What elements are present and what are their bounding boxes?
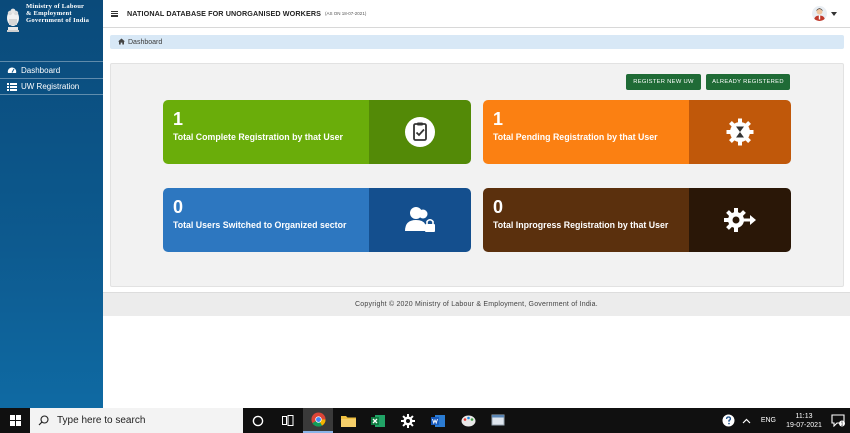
stat-label: Total Pending Registration by that User <box>493 132 658 142</box>
help-tray-button[interactable] <box>719 408 739 433</box>
notification-icon: 1 <box>831 414 845 427</box>
header: NATIONAL DATABASE FOR UNORGANISED WORKER… <box>103 0 850 28</box>
stat-label: Total Inprogress Registration by that Us… <box>493 220 669 230</box>
clock-date: 19-07-2021 <box>786 421 822 429</box>
word-icon <box>431 414 445 427</box>
sidebar: Ministry of Labour & Employment Governme… <box>0 0 103 408</box>
avatar[interactable] <box>812 6 827 21</box>
stat-label: Total Complete Registration by that User <box>173 132 343 142</box>
search-icon <box>38 415 49 426</box>
task-view-icon <box>282 415 294 426</box>
list-icon <box>6 82 17 91</box>
brand-line-2: & Employment <box>26 10 72 17</box>
show-hidden-icons-button[interactable] <box>739 408 755 433</box>
breadcrumb: Dashboard <box>110 35 844 49</box>
stat-card-switched[interactable]: 0 Total Users Switched to Organized sect… <box>163 188 471 252</box>
stat-card-complete[interactable]: 1 Total Complete Registration by that Us… <box>163 100 471 164</box>
chevron-up-icon <box>742 418 751 423</box>
paint-button[interactable] <box>453 408 483 433</box>
settings-button[interactable] <box>393 408 423 433</box>
gear-arrow-icon <box>724 208 756 232</box>
stat-count: 1 <box>173 109 184 129</box>
stat-label: Total Users Switched to Organized sector <box>173 220 347 230</box>
hourglass-gear-icon <box>726 118 754 146</box>
dashboard-icon <box>6 66 17 75</box>
stat-count: 0 <box>173 197 184 217</box>
users-lock-icon <box>405 207 435 232</box>
help-icon <box>722 414 735 427</box>
cortana-circle-icon <box>252 415 264 426</box>
excel-button[interactable] <box>363 408 393 433</box>
windows-logo-icon <box>9 415 21 426</box>
paint-icon <box>461 415 475 426</box>
sidebar-item-dashboard[interactable]: Dashboard <box>0 61 103 78</box>
breadcrumb-label[interactable]: Dashboard <box>128 39 162 46</box>
sidebar-item-uw-registration[interactable]: UW Registration <box>0 78 103 95</box>
chrome-taskbar-button[interactable] <box>303 408 333 433</box>
window-app-icon <box>491 414 505 426</box>
hamburger-menu-icon[interactable] <box>111 10 118 17</box>
national-emblem-icon <box>7 8 19 32</box>
task-view-button[interactable] <box>273 408 303 433</box>
page-title: NATIONAL DATABASE FOR UNORGANISED WORKER… <box>127 9 322 18</box>
language-indicator[interactable]: ENG <box>755 417 782 424</box>
stat-count: 0 <box>493 197 504 217</box>
stat-card-inprogress[interactable]: 0 Total Inprogress Registration by that … <box>483 188 791 252</box>
cortana-button[interactable] <box>243 408 273 433</box>
user-menu[interactable] <box>812 6 837 21</box>
sidebar-item-label: UW Registration <box>21 82 80 91</box>
word-button[interactable] <box>423 408 453 433</box>
notification-count: 1 <box>841 421 844 427</box>
register-new-uw-button[interactable]: REGISTER NEW UW <box>626 74 701 90</box>
search-placeholder: Type here to search <box>57 415 146 426</box>
stat-card-pending[interactable]: 1 Total Pending Registration by that Use… <box>483 100 791 164</box>
sidebar-item-label: Dashboard <box>21 65 61 75</box>
folder-icon <box>340 415 356 427</box>
footer: Copyright © 2020 Ministry of Labour & Em… <box>103 292 850 316</box>
taskbar: Type here to search ENG 11:13 19-07-2021… <box>0 408 850 433</box>
taskbar-search-input[interactable]: Type here to search <box>30 408 243 433</box>
copyright-text: Copyright © 2020 Ministry of Labour & Em… <box>355 301 598 308</box>
already-registered-button[interactable]: ALREADY REGISTERED <box>706 74 790 90</box>
excel-icon <box>371 414 385 427</box>
chrome-icon <box>310 412 326 427</box>
system-tray: ENG 11:13 19-07-2021 1 <box>719 408 850 433</box>
action-center-button[interactable]: 1 <box>826 408 850 433</box>
dashboard-panel: REGISTER NEW UW ALREADY REGISTERED 1 Tot… <box>110 63 844 287</box>
clipboard-check-icon <box>405 117 435 147</box>
gear-icon <box>401 413 415 428</box>
stat-count: 1 <box>493 109 504 129</box>
file-explorer-button[interactable] <box>333 408 363 433</box>
home-icon[interactable] <box>118 38 125 47</box>
brand-line-1: Ministry of Labour <box>26 3 85 10</box>
brand-line-3: Government of India <box>26 17 90 24</box>
clock[interactable]: 11:13 19-07-2021 <box>782 412 826 430</box>
chevron-down-icon[interactable] <box>831 11 837 16</box>
app-window-button[interactable] <box>483 408 513 433</box>
clock-time: 11:13 <box>795 412 813 420</box>
brand: Ministry of Labour & Employment Governme… <box>0 0 103 46</box>
page-subtitle: (AS ON 18-07-2021) <box>325 11 367 16</box>
windows-start-button[interactable] <box>0 408 30 433</box>
